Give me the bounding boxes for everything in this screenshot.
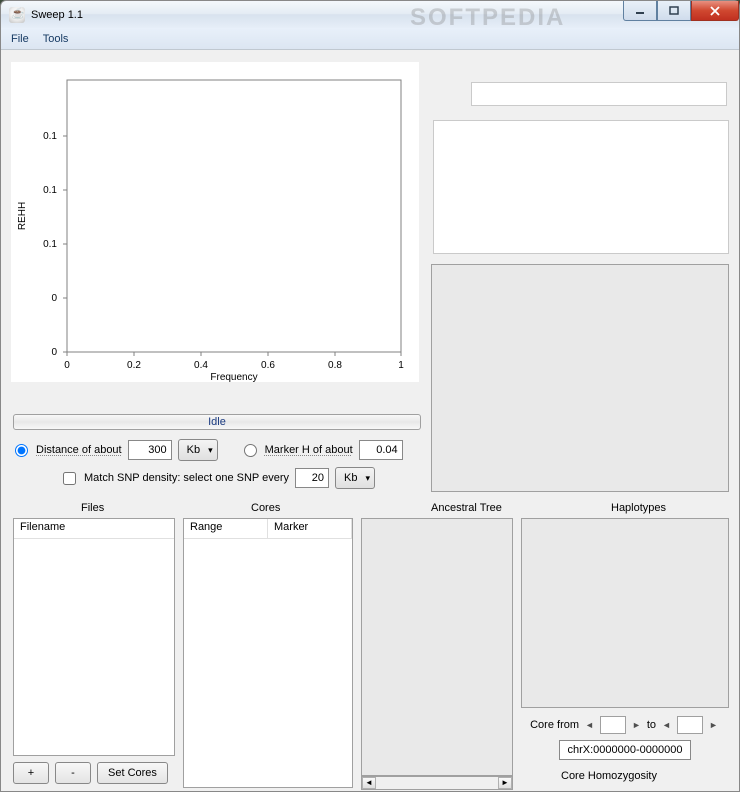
xlabel: Frequency <box>210 372 257 382</box>
to-prev-icon[interactable]: ◄ <box>660 720 673 730</box>
window-title: Sweep 1.1 <box>31 9 83 21</box>
haplotypes-panel <box>521 518 729 708</box>
progress-label: Idle <box>208 416 226 428</box>
scroll-right-icon[interactable]: ► <box>498 777 512 789</box>
menu-tools[interactable]: Tools <box>37 31 75 47</box>
markerh-label: Marker H of about <box>265 444 353 456</box>
corefrom-label: Core from <box>530 719 579 731</box>
xtick-4: 0.8 <box>328 360 342 371</box>
to-next-icon[interactable]: ► <box>707 720 720 730</box>
cores-col-marker[interactable]: Marker <box>268 519 352 538</box>
density-label: Match SNP density: select one SNP every <box>84 472 289 484</box>
core-from-row: Core from ◄ ► to ◄ ► <box>521 716 729 734</box>
core-homozygosity-label: Core Homozygosity <box>561 770 657 782</box>
files-header: Files <box>81 502 104 514</box>
markerh-input[interactable] <box>359 440 403 460</box>
distance-unit-combo[interactable]: Kb <box>178 439 218 461</box>
menu-file[interactable]: File <box>5 31 35 47</box>
xtick-2: 0.4 <box>194 360 208 371</box>
java-icon <box>9 7 25 23</box>
cores-header: Cores <box>251 502 280 514</box>
ancestral-tree-panel <box>361 518 513 776</box>
progress-bar: Idle <box>13 414 421 430</box>
xtick-3: 0.6 <box>261 360 275 371</box>
side-panel-large <box>431 264 729 492</box>
density-input[interactable] <box>295 468 329 488</box>
ytick-1: 0 <box>51 293 57 304</box>
maximize-button[interactable] <box>657 1 691 21</box>
density-unit-combo[interactable]: Kb <box>335 467 375 489</box>
chart-panel: 0 0 0.1 0.1 0.1 0 0.2 0.4 0.6 0.8 1 Freq… <box>11 62 419 382</box>
ylabel: REHH <box>17 202 28 230</box>
cores-col-range[interactable]: Range <box>184 519 268 538</box>
client-area: File Tools 0 0 0.1 0.1 0.1 0 0.2 0.4 0.6 <box>0 28 740 792</box>
side-panel-small <box>471 82 727 106</box>
tree-scrollbar[interactable]: ◄ ► <box>361 776 513 790</box>
options-panel: Distance of about Kb Marker H of about M… <box>13 436 423 492</box>
distance-radio[interactable] <box>15 444 28 457</box>
distance-input[interactable] <box>128 440 172 460</box>
core-to-input[interactable] <box>677 716 703 734</box>
tree-header: Ancestral Tree <box>431 502 502 514</box>
cores-list[interactable]: Range Marker <box>183 518 353 788</box>
core-from-input[interactable] <box>600 716 626 734</box>
app-window: Sweep 1.1 File Tools 0 0 0.1 0.1 0.1 <box>0 0 740 792</box>
ytick-2: 0.1 <box>43 239 57 250</box>
corefrom-to: to <box>647 719 656 731</box>
ytick-0: 0 <box>51 347 57 358</box>
side-panel-medium <box>433 120 729 254</box>
hap-header: Haplotypes <box>611 502 666 514</box>
xtick-0: 0 <box>64 360 70 371</box>
minimize-button[interactable] <box>623 1 657 21</box>
close-button[interactable] <box>691 1 739 21</box>
from-prev-icon[interactable]: ◄ <box>583 720 596 730</box>
markerh-radio[interactable] <box>244 444 257 457</box>
distance-label: Distance of about <box>36 444 122 456</box>
ytick-3: 0.1 <box>43 185 57 196</box>
xtick-1: 0.2 <box>127 360 141 371</box>
files-list[interactable]: Filename <box>13 518 175 756</box>
chromosome-field[interactable]: chrX:0000000-0000000 <box>559 740 691 760</box>
add-file-button[interactable]: + <box>13 762 49 784</box>
scroll-left-icon[interactable]: ◄ <box>362 777 376 789</box>
menubar: File Tools <box>1 28 739 50</box>
xtick-5: 1 <box>398 360 404 371</box>
set-cores-button[interactable]: Set Cores <box>97 762 168 784</box>
remove-file-button[interactable]: - <box>55 762 91 784</box>
files-col-filename[interactable]: Filename <box>14 519 174 539</box>
titlebar[interactable]: Sweep 1.1 <box>0 0 740 28</box>
ytick-4: 0.1 <box>43 131 57 142</box>
from-next-icon[interactable]: ► <box>630 720 643 730</box>
density-checkbox[interactable] <box>63 472 76 485</box>
